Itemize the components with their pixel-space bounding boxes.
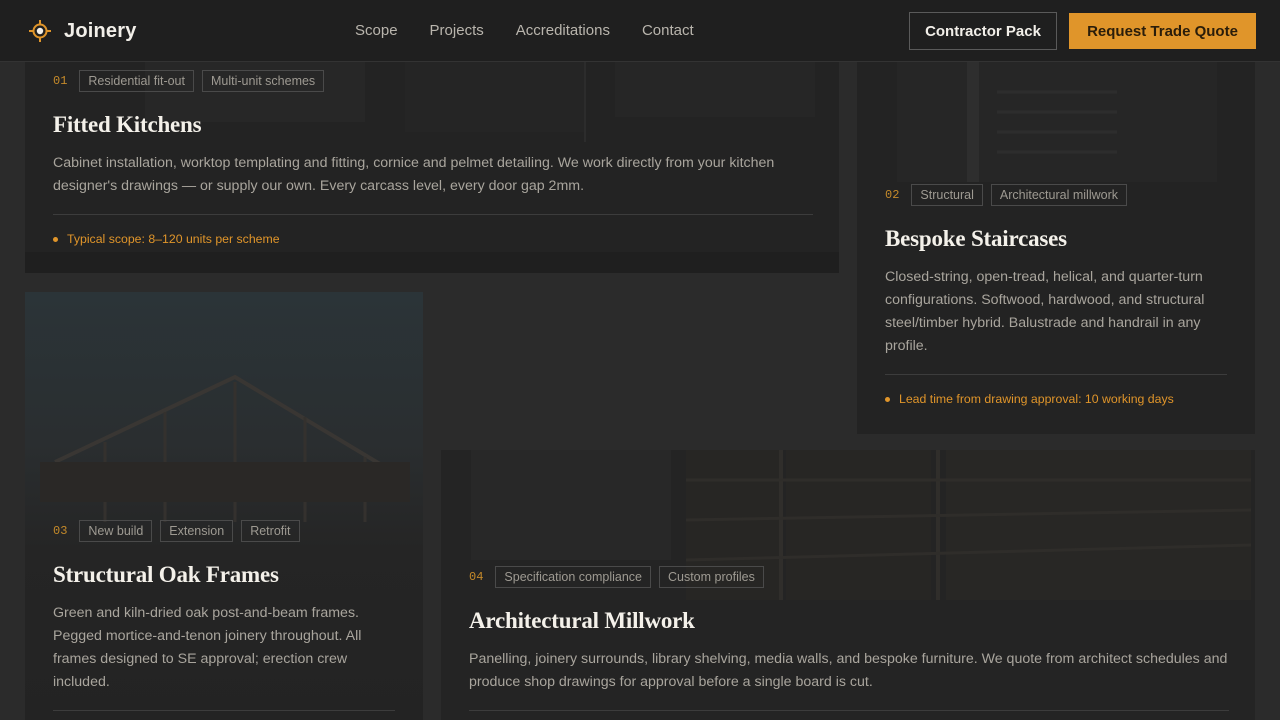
card-title: Bespoke Staircases	[885, 226, 1067, 251]
tag: Custom profiles	[658, 566, 764, 588]
request-trade-quote-button[interactable]: Request Trade Quote	[1069, 13, 1256, 49]
nav-projects[interactable]: Projects	[430, 22, 484, 39]
logo-icon	[29, 20, 51, 42]
note-text: Lead time from drawing approval: 10 work…	[899, 392, 1174, 406]
note-text: Typical scope: 8–120 units per scheme	[67, 232, 280, 246]
tag: Structural	[911, 184, 983, 206]
divider	[885, 374, 1227, 375]
card-number: 01	[53, 74, 68, 88]
tag: Architectural millwork	[990, 184, 1127, 206]
card-description: Closed-string, open-tread, helical, and …	[885, 269, 1205, 354]
main-nav: Scope Projects Accreditations Contact	[355, 22, 726, 39]
tag: Retrofit	[241, 520, 300, 542]
tag: Multi-unit schemes	[201, 70, 325, 92]
service-card-architectural-millwork[interactable]: 04 Specification compliance Custom profi…	[441, 450, 1255, 720]
card-number: 04	[469, 570, 484, 584]
contractor-pack-button[interactable]: Contractor Pack	[909, 12, 1057, 50]
brand-name: Joinery	[64, 19, 137, 42]
card-note: Lead time from drawing approval: 10 work…	[885, 392, 1227, 406]
card-note: Typical scope: 8–120 units per scheme	[53, 232, 813, 246]
nav-accreditations[interactable]: Accreditations	[516, 22, 610, 39]
nav-scope[interactable]: Scope	[355, 22, 398, 39]
card-title: Structural Oak Frames	[53, 562, 279, 587]
service-card-bespoke-staircases[interactable]: 02 Structural Architectural millwork Bes…	[857, 62, 1255, 434]
card-description: Green and kiln-dried oak post-and-beam f…	[53, 605, 362, 690]
service-card-fitted-kitchens[interactable]: 01 Residential fit-out Multi-unit scheme…	[25, 62, 839, 273]
bullet-dot-icon	[53, 236, 58, 242]
nav-contact[interactable]: Contact	[642, 22, 694, 39]
divider	[469, 710, 1229, 711]
card-number: 03	[53, 524, 68, 538]
divider	[53, 214, 813, 215]
card-description: Cabinet installation, worktop templating…	[53, 155, 775, 194]
card-description: Panelling, joinery surrounds, library sh…	[469, 651, 1228, 690]
site-header: Joinery Scope Projects Accreditations Co…	[0, 0, 1280, 62]
card-title: Architectural Millwork	[469, 608, 695, 633]
brand[interactable]: Joinery	[28, 19, 137, 43]
divider	[53, 710, 395, 711]
card-title: Fitted Kitchens	[53, 112, 202, 137]
bullet-dot-icon	[885, 396, 890, 402]
service-card-structural-oak-frames[interactable]: 03 New build Extension Retrofit Structur…	[25, 292, 423, 720]
card-number: 02	[885, 188, 900, 202]
tag: New build	[79, 520, 153, 542]
tag: Specification compliance	[495, 566, 651, 588]
tag: Extension	[160, 520, 234, 542]
tag: Residential fit-out	[79, 70, 194, 92]
